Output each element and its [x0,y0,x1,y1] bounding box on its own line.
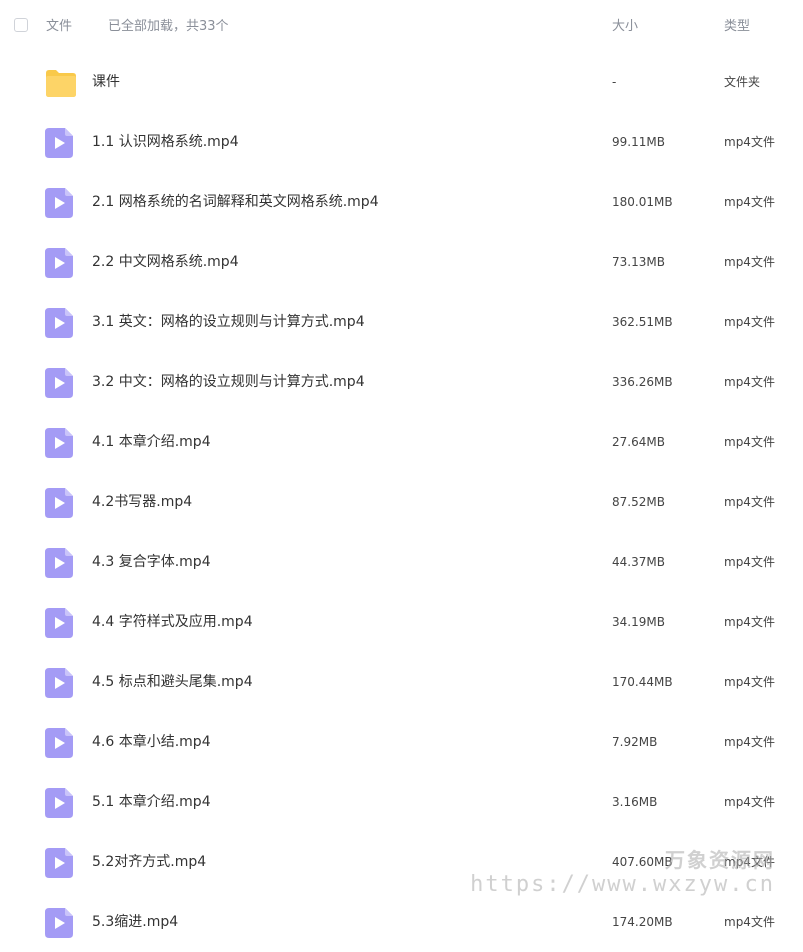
file-size: 174.20MB [612,915,673,929]
file-size: 407.60MB [612,855,673,869]
file-row[interactable]: 4.3 复合字体.mp4 44.37MB mp4文件 [0,532,803,592]
file-list: 课件 - 文件夹 1.1 认识网格系统.mp4 99.11MB mp4文件 2.1 网格系统… [0,52,803,952]
file-row[interactable]: 4.6 本章小结.mp4 7.92MB mp4文件 [0,712,803,772]
file-type: mp4文件 [724,555,775,569]
file-size: 99.11MB [612,135,665,149]
file-row[interactable]: 1.1 认识网格系统.mp4 99.11MB mp4文件 [0,112,803,172]
select-all-checkbox[interactable] [14,18,28,32]
video-file-icon [45,248,75,278]
file-type: 文件夹 [724,75,761,89]
video-file-icon [45,488,75,518]
video-file-icon [45,788,75,818]
file-row[interactable]: 3.1 英文：网格的设立规则与计算方式.mp4 362.51MB mp4文件 [0,292,803,352]
video-file-icon [45,128,75,158]
file-name[interactable]: 2.1 网格系统的名词解释和英文网格系统.mp4 [92,193,379,211]
file-size: - [612,75,617,89]
file-type: mp4文件 [724,615,775,629]
file-row[interactable]: 4.1 本章介绍.mp4 27.64MB mp4文件 [0,412,803,472]
file-row[interactable]: 5.2对齐方式.mp4 407.60MB mp4文件 [0,832,803,892]
file-row[interactable]: 2.1 网格系统的名词解释和英文网格系统.mp4 180.01MB mp4文件 [0,172,803,232]
file-row[interactable]: 4.4 字符样式及应用.mp4 34.19MB mp4文件 [0,592,803,652]
file-size: 362.51MB [612,315,673,329]
file-size: 180.01MB [612,195,673,209]
file-name[interactable]: 1.1 认识网格系统.mp4 [92,133,239,151]
file-name[interactable]: 4.5 标点和避头尾集.mp4 [92,673,253,691]
file-row[interactable]: 2.2 中文网格系统.mp4 73.13MB mp4文件 [0,232,803,292]
file-type: mp4文件 [724,255,775,269]
file-size: 87.52MB [612,495,665,509]
file-name[interactable]: 3.1 英文：网格的设立规则与计算方式.mp4 [92,313,365,331]
file-type: mp4文件 [724,195,775,209]
file-list-header: 文件 已全部加载，共33个 大小 类型 [0,0,803,52]
file-type: mp4文件 [724,675,775,689]
column-header-file[interactable]: 文件 [46,18,72,35]
file-type: mp4文件 [724,435,775,449]
file-name[interactable]: 5.3缩进.mp4 [92,913,178,931]
video-file-icon [45,608,75,638]
file-row[interactable]: 4.5 标点和避头尾集.mp4 170.44MB mp4文件 [0,652,803,712]
video-file-icon [45,188,75,218]
file-size: 3.16MB [612,795,658,809]
file-size: 44.37MB [612,555,665,569]
file-size: 170.44MB [612,675,673,689]
video-file-icon [45,428,75,458]
file-name[interactable]: 3.2 中文：网格的设立规则与计算方式.mp4 [92,373,365,391]
file-row[interactable]: 5.1 本章介绍.mp4 3.16MB mp4文件 [0,772,803,832]
file-row[interactable]: 3.2 中文：网格的设立规则与计算方式.mp4 336.26MB mp4文件 [0,352,803,412]
file-type: mp4文件 [724,375,775,389]
file-name[interactable]: 4.2书写器.mp4 [92,493,192,511]
file-type: mp4文件 [724,795,775,809]
file-name[interactable]: 4.6 本章小结.mp4 [92,733,211,751]
file-name[interactable]: 5.2对齐方式.mp4 [92,853,206,871]
file-type: mp4文件 [724,315,775,329]
video-file-icon [45,848,75,878]
file-name[interactable]: 4.4 字符样式及应用.mp4 [92,613,253,631]
load-status: 已全部加载，共33个 [108,19,229,34]
file-row[interactable]: 4.2书写器.mp4 87.52MB mp4文件 [0,472,803,532]
column-header-size[interactable]: 大小 [612,18,638,35]
file-row[interactable]: 课件 - 文件夹 [0,52,803,112]
file-size: 34.19MB [612,615,665,629]
file-name[interactable]: 4.1 本章介绍.mp4 [92,433,211,451]
file-size: 336.26MB [612,375,673,389]
file-type: mp4文件 [724,495,775,509]
file-type: mp4文件 [724,855,775,869]
file-type: mp4文件 [724,135,775,149]
column-header-type[interactable]: 类型 [724,18,750,35]
file-size: 7.92MB [612,735,658,749]
file-type: mp4文件 [724,915,775,929]
video-file-icon [45,668,75,698]
file-size: 73.13MB [612,255,665,269]
folder-icon [45,68,76,98]
video-file-icon [45,728,75,758]
file-name[interactable]: 4.3 复合字体.mp4 [92,553,211,571]
video-file-icon [45,548,75,578]
file-size: 27.64MB [612,435,665,449]
video-file-icon [45,908,75,938]
file-name[interactable]: 课件 [92,73,120,91]
video-file-icon [45,308,75,338]
video-file-icon [45,368,75,398]
file-row[interactable]: 5.3缩进.mp4 174.20MB mp4文件 [0,892,803,952]
file-type: mp4文件 [724,735,775,749]
file-name[interactable]: 5.1 本章介绍.mp4 [92,793,211,811]
file-name[interactable]: 2.2 中文网格系统.mp4 [92,253,239,271]
